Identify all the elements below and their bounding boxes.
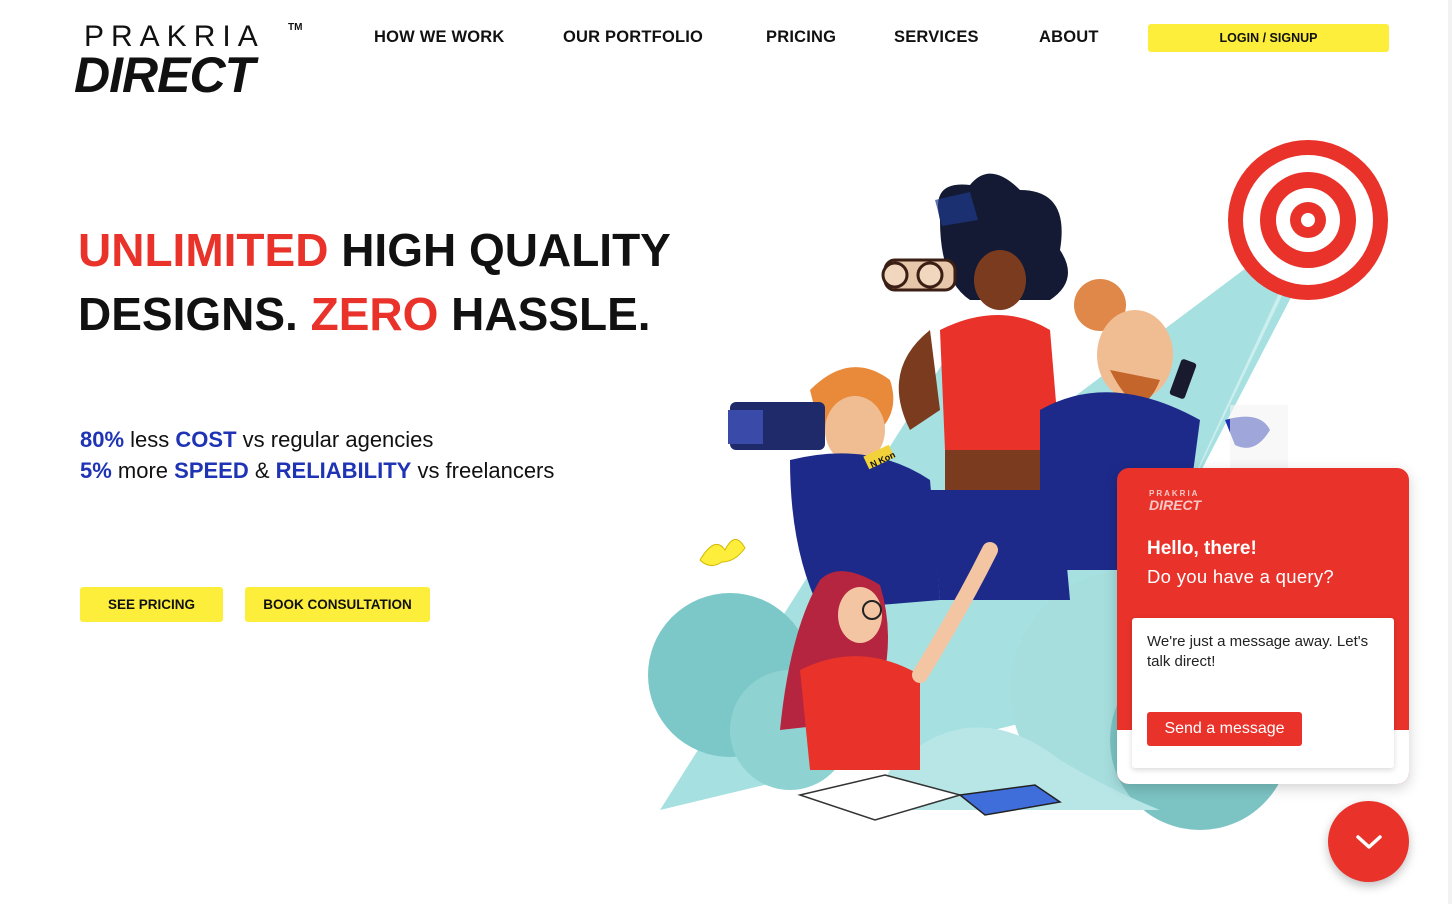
value-propositions: 80% less COST vs regular agencies 5% mor… [80, 424, 554, 486]
nav-about[interactable]: ABOUT [1039, 28, 1099, 47]
brand-logo[interactable]: PRAKRIA TM DIRECT [74, 20, 310, 102]
send-message-button[interactable]: Send a message [1147, 712, 1302, 746]
nav-how-we-work[interactable]: HOW WE WORK [374, 28, 505, 47]
book-consultation-button[interactable]: BOOK CONSULTATION [245, 587, 430, 622]
headline-line-1: UNLIMITED HIGH QUALITY [78, 218, 671, 282]
page-scrollbar[interactable] [1448, 0, 1452, 904]
chat-greeting: Hello, there! [1147, 538, 1257, 559]
stat-cost-rest: vs regular agencies [236, 427, 434, 452]
logo-trademark: TM [288, 22, 303, 33]
nav-services[interactable]: SERVICES [894, 28, 979, 47]
chat-toggle-button[interactable] [1328, 801, 1409, 882]
headline-hassle: HASSLE. [438, 288, 651, 340]
headline-zero: ZERO [310, 288, 439, 340]
hero-headline: UNLIMITED HIGH QUALITY DESIGNS. ZERO HAS… [78, 218, 671, 346]
stat-cost-text: less [124, 427, 176, 452]
login-signup-button[interactable]: LOGIN / SIGNUP [1148, 24, 1389, 52]
stat-speed-number: 5% [80, 458, 112, 483]
stat-speed-rest: vs freelancers [411, 458, 555, 483]
stat-cost: 80% less COST vs regular agencies [80, 424, 554, 455]
headline-high-quality: HIGH QUALITY [328, 224, 671, 276]
headline-designs: DESIGNS. [78, 288, 311, 340]
chat-message-text: We're just a message away. Let's talk di… [1147, 633, 1369, 670]
chat-message-card: We're just a message away. Let's talk di… [1132, 618, 1394, 768]
stat-speed: 5% more SPEED & RELIABILITY vs freelance… [80, 455, 554, 486]
see-pricing-button[interactable]: SEE PRICING [80, 587, 223, 622]
stat-speed-text: more [111, 458, 175, 483]
headline-unlimited: UNLIMITED [78, 224, 329, 276]
butterfly-icon [699, 539, 746, 566]
target-icon [1228, 140, 1388, 300]
chevron-down-icon [1355, 834, 1382, 849]
headline-line-2: DESIGNS. ZERO HASSLE. [78, 282, 671, 346]
chat-logo-bottom: DIRECT [1149, 497, 1202, 513]
chat-query-prompt: Do you have a query? [1147, 566, 1335, 587]
logo-wordmark-bottom: DIRECT [74, 47, 255, 103]
stat-speed-amp: & [248, 458, 276, 483]
chat-widget: PRAKRIA DIRECT Hello, there! Do you have… [1117, 468, 1409, 784]
stat-reliability-keyword: RELIABILITY [275, 458, 412, 483]
stat-cost-keyword: COST [175, 427, 237, 452]
nav-pricing[interactable]: PRICING [766, 28, 836, 47]
chat-logo: PRAKRIA DIRECT [1149, 490, 1202, 513]
nav-our-portfolio[interactable]: OUR PORTFOLIO [563, 28, 703, 47]
stat-speed-keyword: SPEED [174, 458, 249, 483]
stat-cost-number: 80% [80, 427, 125, 452]
